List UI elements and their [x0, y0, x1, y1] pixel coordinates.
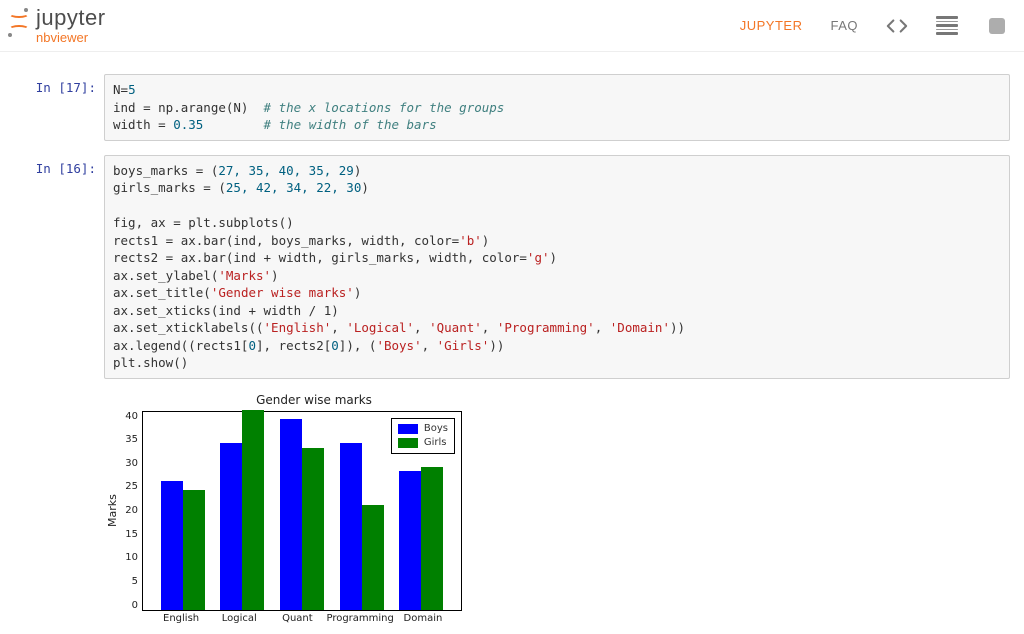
- menu-stack-icon[interactable]: [936, 16, 958, 35]
- topbar: jupyter nbviewer JUPYTER FAQ: [0, 0, 1024, 52]
- bar-group: [332, 443, 392, 610]
- ytick: 20: [125, 505, 138, 516]
- bar: [340, 443, 362, 610]
- input-prompt: In [16]:: [14, 155, 104, 379]
- ytick: 0: [132, 600, 138, 611]
- chart-legend: BoysGirls: [391, 418, 455, 454]
- chart-yticks: 40 35 30 25 20 15 10 5 0: [120, 411, 142, 611]
- legend-label: Girls: [424, 436, 447, 450]
- chart-plot-area: BoysGirls: [142, 411, 462, 611]
- logo-text: jupyter nbviewer: [36, 7, 106, 44]
- xtick: Domain: [394, 613, 452, 624]
- top-nav: JUPYTER FAQ: [740, 16, 1008, 35]
- ytick: 30: [125, 458, 138, 469]
- bar: [161, 481, 183, 610]
- bar-group: [213, 410, 273, 610]
- bar: [421, 467, 443, 610]
- ytick: 40: [125, 411, 138, 422]
- nav-faq[interactable]: FAQ: [830, 18, 858, 33]
- code-input[interactable]: boys_marks = (27, 35, 40, 35, 29) girls_…: [104, 155, 1010, 379]
- ytick: 10: [125, 552, 138, 563]
- ytick: 15: [125, 529, 138, 540]
- legend-label: Boys: [424, 422, 448, 436]
- legend-row: Girls: [398, 436, 448, 450]
- input-prompt: In [17]:: [14, 74, 104, 141]
- cell-output: Gender wise marks Marks 40 35 30 25 20 15 10 5 0…: [104, 393, 1010, 624]
- bar-group: [391, 467, 451, 610]
- legend-swatch: [398, 424, 418, 434]
- xtick: Logical: [210, 613, 268, 624]
- bar: [280, 419, 302, 609]
- ytick: 35: [125, 434, 138, 445]
- bar-group: [153, 481, 213, 610]
- logo-main: jupyter: [36, 7, 106, 29]
- bar: [399, 471, 421, 609]
- chart-ylabel: Marks: [104, 411, 120, 611]
- chart-xticks: EnglishLogicalQuantProgrammingDomain: [142, 611, 462, 624]
- ytick: 5: [132, 576, 138, 587]
- notebook-container: In [17]: N=5 ind = np.arange(N) # the x …: [0, 52, 1024, 634]
- chart-title: Gender wise marks: [144, 393, 484, 407]
- xtick: English: [152, 613, 210, 624]
- legend-row: Boys: [398, 422, 448, 436]
- bar: [183, 490, 205, 609]
- jupyter-logo[interactable]: jupyter nbviewer: [8, 7, 106, 44]
- xtick: Programming: [326, 613, 393, 624]
- bar: [242, 410, 264, 610]
- jupyter-logo-icon: [8, 9, 30, 37]
- code-icon[interactable]: [886, 17, 908, 35]
- legend-swatch: [398, 438, 418, 448]
- bar-chart: Gender wise marks Marks 40 35 30 25 20 15 10 5 0…: [104, 393, 484, 624]
- bar-group: [272, 419, 332, 609]
- xtick: Quant: [268, 613, 326, 624]
- bar: [220, 443, 242, 610]
- code-cell: In [16]: boys_marks = (27, 35, 40, 35, 2…: [14, 155, 1010, 379]
- bar: [302, 448, 324, 610]
- nav-jupyter[interactable]: JUPYTER: [740, 18, 803, 33]
- code-cell: In [17]: N=5 ind = np.arange(N) # the x …: [14, 74, 1010, 141]
- code-input[interactable]: N=5 ind = np.arange(N) # the x locations…: [104, 74, 1010, 141]
- bar: [362, 505, 384, 610]
- ytick: 25: [125, 481, 138, 492]
- logo-sub: nbviewer: [36, 31, 106, 44]
- more-icon[interactable]: [986, 17, 1008, 35]
